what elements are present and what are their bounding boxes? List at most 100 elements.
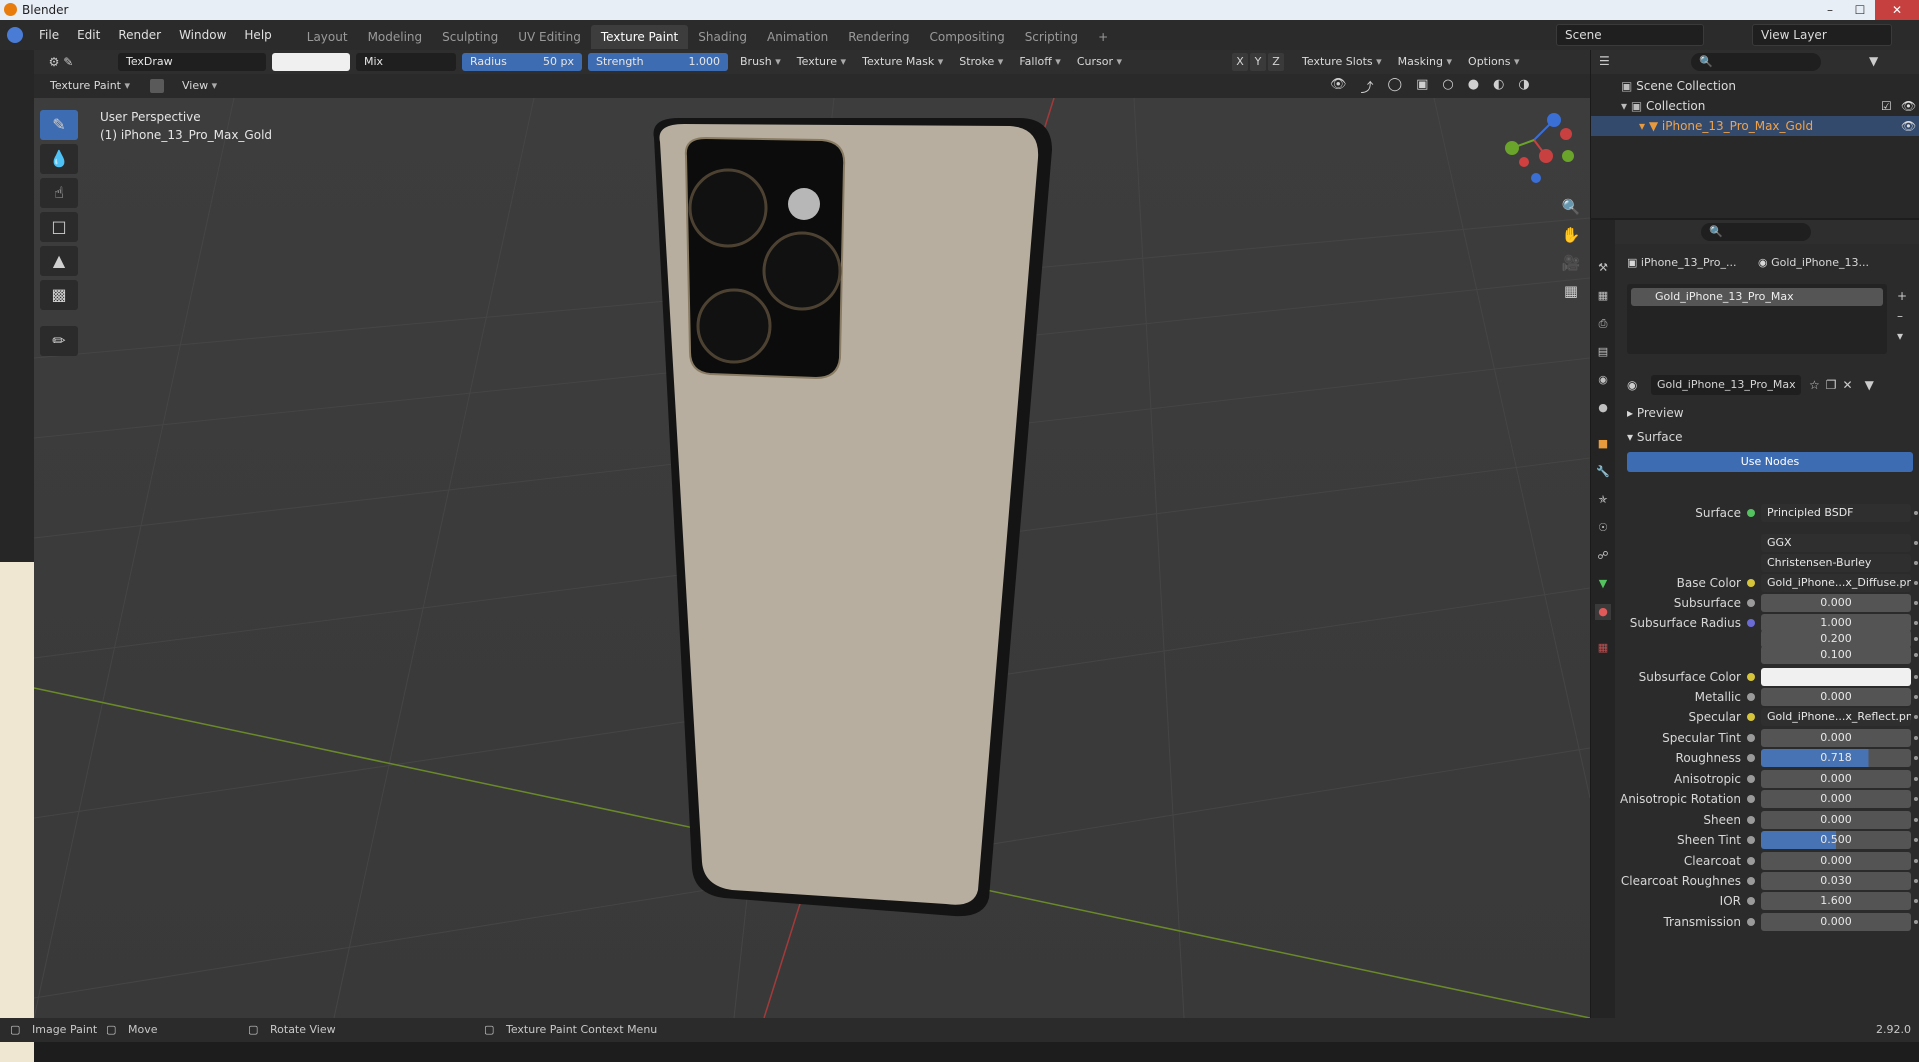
socket-dot-icon[interactable] [1747,836,1755,844]
output-tab-icon[interactable]: ⎙ [1595,316,1611,332]
property-value[interactable]: Gold_iPhone...x_Diffuse.png [1761,574,1911,592]
constraint-tab-icon[interactable]: ☍ [1595,548,1611,564]
remove-slot-button[interactable]: – [1897,306,1907,326]
blend-mode-select[interactable]: Mix [356,53,456,71]
workspace-tab-compositing[interactable]: Compositing [919,25,1014,49]
solid-shading-icon[interactable]: ● [1468,77,1479,96]
use-nodes-button[interactable]: Use Nodes [1627,452,1913,472]
mirror-z-toggle[interactable]: Z [1268,53,1285,71]
material-shading-icon[interactable]: ◐ [1493,77,1504,96]
menu-help[interactable]: Help [235,20,280,50]
outliner-editor-icon[interactable]: ☰ [1599,54,1610,68]
property-value[interactable]: Gold_iPhone...x_Reflect.pn [1761,708,1911,726]
menu-edit[interactable]: Edit [68,20,109,50]
keyframe-dot-icon[interactable] [1914,756,1918,760]
annotate-tool-button[interactable]: ✏ [40,326,78,356]
keyframe-dot-icon[interactable] [1914,920,1918,924]
mask-tool-button[interactable]: ▩ [40,280,78,310]
clone-tool-button[interactable]: □ [40,212,78,242]
keyframe-dot-icon[interactable] [1914,541,1918,545]
outliner-collection[interactable]: ▾ ▣ Collection ☑ 👁 [1591,96,1919,116]
tool-tab-icon[interactable]: ⚒ [1595,260,1611,276]
keyframe-dot-icon[interactable] [1914,511,1918,515]
minimize-button[interactable]: – [1815,0,1845,20]
duplicate-icon[interactable]: ❐ [1826,378,1837,392]
filter-icon[interactable]: ▼ [1869,54,1878,68]
modifier-tab-icon[interactable]: 🔧 [1595,464,1611,480]
dropdown-falloff[interactable]: Falloff [1013,53,1067,71]
property-value[interactable]: 1.600 [1761,892,1911,910]
socket-dot-icon[interactable] [1747,579,1755,587]
object-tab-icon[interactable]: ■ [1595,436,1611,452]
scene-selector[interactable]: Scene [1556,24,1704,46]
slot-menu-button[interactable]: ▾ [1897,326,1907,346]
material-name-field[interactable]: Gold_iPhone_13_Pro_Max [1651,375,1801,395]
keyframe-dot-icon[interactable] [1914,899,1918,903]
workspace-tab-scripting[interactable]: Scripting [1015,25,1088,49]
zoom-icon[interactable]: 🔍 [1558,194,1584,220]
mode-select[interactable]: Texture Paint [44,77,136,95]
surface-section[interactable]: ▾ Surface [1627,430,1683,444]
add-slot-button[interactable]: + [1897,286,1907,306]
world-tab-icon[interactable]: ● [1595,400,1611,416]
preview-section[interactable]: ▸ Preview [1627,406,1684,420]
property-value[interactable]: GGX [1761,534,1911,552]
add-workspace-button[interactable]: + [1088,25,1118,49]
blender-menu-icon[interactable] [0,20,30,50]
property-value[interactable]: 0.500 [1761,831,1911,849]
outliner-object-row[interactable]: ▾ ▼ iPhone_13_Pro_Max_Gold 👁 [1591,116,1919,136]
xray-icon[interactable]: ▣ [1416,77,1428,96]
fill-tool-button[interactable]: ▲ [40,246,78,276]
socket-dot-icon[interactable] [1747,816,1755,824]
mirror-x-toggle[interactable]: X [1232,53,1249,71]
overlay-icon[interactable]: ◯ [1388,77,1403,96]
draw-tool-button[interactable]: ✎ [40,110,78,140]
property-value[interactable]: 0.000 [1761,790,1911,808]
workspace-tab-layout[interactable]: Layout [297,25,358,49]
fake-user-icon[interactable]: ☆ [1809,378,1820,392]
keyframe-dot-icon[interactable] [1914,621,1918,625]
workspace-tab-rendering[interactable]: Rendering [838,25,919,49]
pan-hand-icon[interactable]: ✋ [1558,222,1584,248]
mirror-y-toggle[interactable]: Y [1250,53,1267,71]
property-value[interactable]: Principled BSDF [1761,504,1911,522]
workspace-tab-texture-paint[interactable]: Texture Paint [590,24,689,49]
brush-color-swatch[interactable] [272,53,350,71]
keyframe-dot-icon[interactable] [1914,601,1918,605]
keyframe-dot-icon[interactable] [1914,879,1918,883]
dropdown-options[interactable]: Options [1462,53,1525,71]
view-layer-selector[interactable]: View Layer [1752,24,1892,46]
render-tab-icon[interactable]: ▦ [1595,288,1611,304]
rendered-shading-icon[interactable]: ◑ [1518,77,1529,96]
property-value[interactable]: 0.000 [1761,594,1911,612]
close-button[interactable]: ✕ [1875,0,1919,20]
material-slot-item[interactable]: Gold_iPhone_13_Pro_Max [1631,288,1883,306]
keyframe-dot-icon[interactable] [1914,818,1918,822]
dropdown-texture[interactable]: Texture [791,53,852,71]
property-value[interactable]: 0.000 [1761,688,1911,706]
mask-toggle-icon[interactable] [150,79,165,93]
socket-dot-icon[interactable] [1747,897,1755,905]
socket-dot-icon[interactable] [1747,877,1755,885]
socket-dot-icon[interactable] [1747,754,1755,762]
brush-name-field[interactable]: TexDraw [118,53,266,71]
physics-tab-icon[interactable]: ☉ [1595,520,1611,536]
keyframe-dot-icon[interactable] [1914,715,1918,719]
particles-tab-icon[interactable]: ✯ [1595,492,1611,508]
keyframe-dot-icon[interactable] [1914,653,1918,657]
workspace-tab-modeling[interactable]: Modeling [358,25,433,49]
data-tab-icon[interactable]: ▼ [1595,576,1611,592]
view-menu[interactable]: View [174,77,225,95]
keyframe-dot-icon[interactable] [1914,736,1918,740]
properties-search-input[interactable]: 🔍 [1701,223,1811,241]
property-value[interactable]: 0.000 [1761,729,1911,747]
socket-dot-icon[interactable] [1747,599,1755,607]
property-value[interactable]: 0.000 [1761,913,1911,931]
wireframe-shading-icon[interactable]: ○ [1442,77,1453,96]
dropdown-stroke[interactable]: Stroke [953,53,1009,71]
property-value[interactable]: 0.000 [1761,852,1911,870]
dropdown-texture-mask[interactable]: Texture Mask [856,53,949,71]
dropdown-texture-slots[interactable]: Texture Slots [1296,53,1388,71]
material-tab-icon[interactable]: ● [1595,604,1611,620]
socket-dot-icon[interactable] [1747,713,1755,721]
